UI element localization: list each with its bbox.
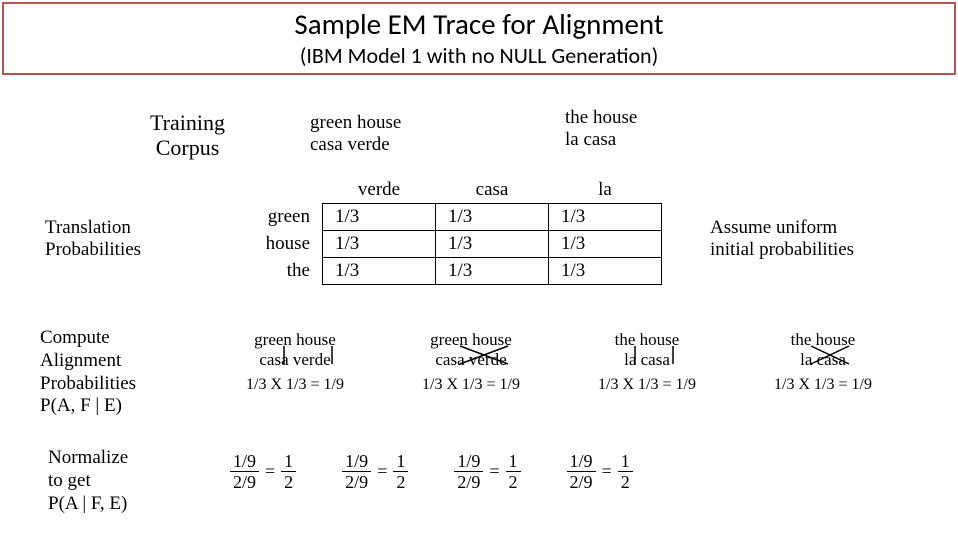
cell: 1/3 [323, 231, 436, 258]
text: 2 [393, 473, 408, 491]
text: la casa [791, 350, 856, 370]
slide-title: Sample EM Trace for Alignment [4, 6, 954, 42]
product-text: 1/3 X 1/3 = 1/9 [396, 376, 546, 394]
col-header: casa [436, 177, 549, 204]
text: 1 [281, 452, 296, 470]
text: 2 [281, 473, 296, 491]
product-text: 1/3 X 1/3 = 1/9 [748, 376, 898, 394]
text: 2/9 [342, 473, 371, 491]
text: Corpus [156, 135, 220, 160]
text: Alignment [40, 350, 121, 371]
product-text: 1/3 X 1/3 = 1/9 [220, 376, 370, 394]
equation: 1/92/9 = 12 [454, 452, 520, 491]
normalize-equations: 1/92/9 = 12 1/92/9 = 12 1/92/9 = 12 1/92… [230, 452, 948, 491]
equation: 1/92/9 = 12 [342, 452, 408, 491]
text: initial probabilities [710, 239, 854, 260]
text: 1/9 [230, 452, 259, 470]
text: 1 [618, 452, 633, 470]
text: Assume uniform [710, 217, 837, 238]
col-header: verde [323, 177, 436, 204]
text: Normalize [48, 447, 128, 468]
text: 1 [393, 452, 408, 470]
text: Compute [40, 327, 110, 348]
text: 1/9 [342, 452, 371, 470]
text: Probabilities [40, 373, 136, 394]
text: la casa [615, 350, 680, 370]
alignment-4: the house la casa 1/3 X 1/3 = 1/9 [748, 330, 898, 394]
alignment-1: green house casa verde 1/3 X 1/3 = 1/9 [220, 330, 370, 394]
text: 2 [618, 473, 633, 491]
cell: 1/3 [436, 204, 549, 231]
cell: 1/3 [323, 258, 436, 285]
text: P(A | F, E) [48, 493, 127, 514]
text: the house [565, 107, 637, 128]
compute-align-label: Compute Alignment Probabilities P(A, F |… [40, 327, 136, 418]
text: 1/9 [454, 452, 483, 470]
col-header: la [549, 177, 662, 204]
text: 2/9 [567, 473, 596, 491]
text: Probabilities [45, 239, 141, 260]
text: green house [310, 112, 401, 133]
text: la casa [565, 129, 616, 150]
text: green house [430, 330, 512, 350]
normalize-label: Normalize to get P(A | F, E) [48, 447, 128, 515]
text: P(A, F | E) [40, 395, 122, 416]
text: 1 [506, 452, 521, 470]
row-header: house [240, 231, 323, 258]
translation-prob-label: Translation Probabilities [45, 217, 141, 261]
cell: 1/3 [436, 231, 549, 258]
text: casa verde [430, 350, 512, 370]
text: casa verde [254, 350, 336, 370]
text: 1/9 [567, 452, 596, 470]
product-text: 1/3 X 1/3 = 1/9 [572, 376, 722, 394]
prob-table-wrap: verde casa la green 1/3 1/3 1/3 house 1/… [240, 177, 662, 285]
equation: 1/92/9 = 12 [230, 452, 296, 491]
assume-note: Assume uniform initial probabilities [710, 217, 854, 261]
row-header: green [240, 204, 323, 231]
text: to get [48, 470, 91, 491]
row-header: the [240, 258, 323, 285]
cell: 1/3 [549, 258, 662, 285]
corpus-pair-1: green house casa verde [310, 112, 401, 156]
text: casa verde [310, 134, 390, 155]
alignment-3: the house la casa 1/3 X 1/3 = 1/9 [572, 330, 722, 394]
text: the house [615, 330, 680, 350]
prob-table: verde casa la green 1/3 1/3 1/3 house 1/… [240, 177, 662, 285]
slide-subtitle: (IBM Model 1 with no NULL Generation) [4, 42, 954, 69]
corpus-pair-2: the house la casa [565, 107, 637, 151]
text: Training [150, 110, 225, 135]
training-corpus-label: Training Corpus [150, 110, 225, 161]
text: 2/9 [454, 473, 483, 491]
header-box: Sample EM Trace for Alignment (IBM Model… [2, 2, 956, 75]
text: 2/9 [230, 473, 259, 491]
text: the house [791, 330, 856, 350]
cell: 1/3 [549, 231, 662, 258]
cell: 1/3 [323, 204, 436, 231]
cell: 1/3 [549, 204, 662, 231]
text: 2 [506, 473, 521, 491]
cell: 1/3 [436, 258, 549, 285]
alignment-2: green house casa verde 1/3 X 1/3 = 1/9 [396, 330, 546, 394]
text: Translation [45, 217, 131, 238]
alignment-row: green house casa verde 1/3 X 1/3 = 1/9 g… [220, 330, 948, 394]
text: green house [254, 330, 336, 350]
equation: 1/92/9 = 12 [567, 452, 633, 491]
